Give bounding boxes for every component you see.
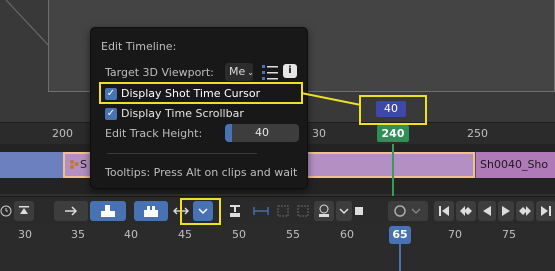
shot-strip-right[interactable]: Sh0040_Sho bbox=[475, 152, 555, 178]
marker-icon-2[interactable] bbox=[294, 201, 312, 221]
jump-start-icon[interactable] bbox=[14, 201, 34, 221]
info-icon[interactable]: i bbox=[283, 64, 297, 78]
timeline-tick: 70 bbox=[448, 228, 462, 241]
track-height-value: 40 bbox=[255, 126, 269, 139]
track-height-label: Edit Track Height: bbox=[105, 127, 203, 140]
playhead-line[interactable] bbox=[399, 244, 401, 271]
timeline-tick: 40 bbox=[124, 228, 138, 241]
shot-clip-icon bbox=[70, 160, 79, 169]
range-icon[interactable] bbox=[250, 201, 272, 221]
highlight-dropdown-button bbox=[180, 198, 221, 225]
highlight-cursor-option bbox=[99, 82, 303, 104]
timeline-tick: 50 bbox=[232, 228, 246, 241]
popup-divider bbox=[107, 153, 257, 154]
keyframe-type-select[interactable] bbox=[388, 201, 428, 221]
display-scrollbar-label[interactable]: Display Time Scrollbar bbox=[121, 107, 244, 120]
ruler-tick: 200 bbox=[52, 127, 73, 140]
shot-label: S bbox=[80, 158, 87, 171]
popup-title: Edit Timeline: bbox=[101, 40, 177, 53]
highlight-connector bbox=[301, 92, 361, 106]
arrow-right-icon[interactable] bbox=[54, 201, 88, 221]
shot-strip-label: Sh0040_Sho bbox=[480, 158, 549, 171]
timeline-tick: 60 bbox=[340, 228, 354, 241]
timeline-tick: 75 bbox=[502, 228, 516, 241]
callout-value: 40 bbox=[376, 101, 406, 117]
timeline-tick: 45 bbox=[178, 228, 192, 241]
clock-icon[interactable] bbox=[0, 201, 12, 221]
play-reverse-icon[interactable] bbox=[478, 201, 496, 221]
playback-settings-icon[interactable] bbox=[314, 201, 334, 221]
jump-last-icon[interactable] bbox=[536, 201, 555, 221]
timeline-tick: 35 bbox=[71, 228, 85, 241]
target-viewport-select[interactable]: Me ⌄ bbox=[225, 63, 254, 81]
current-frame-indicator[interactable]: 240 bbox=[377, 125, 409, 142]
jump-first-icon[interactable] bbox=[434, 201, 454, 221]
time-cursor-line[interactable] bbox=[392, 144, 394, 196]
numbered-list-icon[interactable] bbox=[261, 63, 279, 81]
snap-icon[interactable] bbox=[226, 201, 244, 221]
timeline-toolbar bbox=[0, 196, 555, 224]
edit-timeline-popup: Edit Timeline: Target 3D Viewport: Me ⌄ i… bbox=[90, 27, 308, 189]
timeline-tick: 30 bbox=[18, 228, 32, 241]
target-viewport-label: Target 3D Viewport: bbox=[105, 66, 214, 79]
target-viewport-value: Me bbox=[229, 65, 246, 78]
ruler-tick: 250 bbox=[467, 127, 488, 140]
chevron-down-icon: ⌄ bbox=[247, 68, 254, 77]
timeline-ruler[interactable]: 30 35 40 45 50 55 60 70 75 65 bbox=[0, 224, 555, 271]
prev-keyframe-icon[interactable] bbox=[456, 201, 476, 221]
chevron-down-icon[interactable] bbox=[336, 201, 352, 221]
marker-icon-1[interactable] bbox=[274, 201, 292, 221]
tooltip-hint: Tooltips: Press Alt on clips and wait bbox=[105, 166, 298, 179]
next-keyframe-icon[interactable] bbox=[516, 201, 534, 221]
timeline-tick: 55 bbox=[286, 228, 300, 241]
playhead-frame-indicator[interactable]: 65 bbox=[389, 226, 411, 244]
play-icon[interactable] bbox=[498, 201, 514, 221]
track-height-slider[interactable]: 40 bbox=[225, 124, 299, 142]
blue-strip[interactable] bbox=[0, 152, 66, 178]
ruler-tick: 30 bbox=[312, 127, 326, 140]
clip-move-icon[interactable] bbox=[134, 201, 168, 221]
clip-select-icon[interactable] bbox=[90, 201, 126, 221]
display-scrollbar-checkbox[interactable]: ✓ bbox=[105, 108, 117, 120]
separator-square-icon bbox=[354, 201, 364, 221]
